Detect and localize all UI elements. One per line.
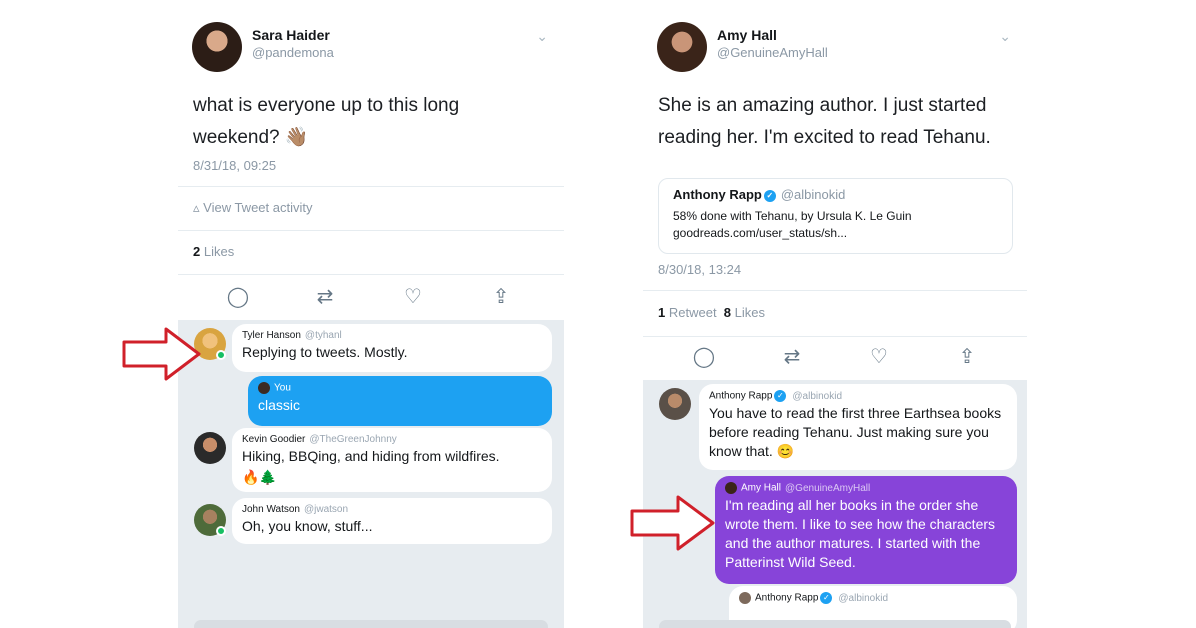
reply-author: Tyler Hanson xyxy=(242,330,301,341)
reply-author: You xyxy=(274,382,291,394)
reply-avatar[interactable] xyxy=(659,388,691,420)
reply-text: Replying to tweets. Mostly. xyxy=(242,344,408,360)
retweets-label: Retweet xyxy=(668,305,717,320)
tweet-header: Amy Hall @GenuineAmyHall ⌄ xyxy=(655,22,1015,82)
reply-author: Amy Hall xyxy=(741,482,782,494)
quoted-author: Anthony Rapp xyxy=(673,187,762,202)
likes-count: 2 xyxy=(193,244,201,259)
verified-icon: ✓ xyxy=(820,592,833,604)
reply-author: Kevin Goodier xyxy=(242,434,306,445)
view-activity-label: View Tweet activity xyxy=(203,200,313,215)
reply-icon[interactable]: ◯ xyxy=(223,284,253,309)
reply-author: John Watson xyxy=(242,504,300,515)
retweets-count: 1 xyxy=(658,305,666,320)
retweet-icon[interactable]: ⇄ xyxy=(310,284,340,309)
reply-handle: @tyhanl xyxy=(304,330,342,341)
divider xyxy=(643,290,1027,291)
divider xyxy=(643,336,1027,337)
reply-handle: @jwatson xyxy=(304,504,349,515)
stats-icon: ▵ xyxy=(193,200,204,215)
author-name[interactable]: Sara Haider xyxy=(252,27,330,43)
reply-avatar xyxy=(725,482,737,494)
reply-handle: @TheGreenJohnny xyxy=(309,434,397,445)
tweet-text: She is an amazing author. I just started… xyxy=(658,95,991,148)
reply-icon[interactable]: ◯ xyxy=(689,344,719,369)
tweet-actions: ◯ ⇄ ♡ ⇪ xyxy=(643,344,1027,374)
reply-text: Hiking, BBQing, and hiding from wildfire… xyxy=(242,448,500,464)
chevron-down-icon[interactable]: ⌄ xyxy=(536,28,548,45)
reply-text: I'm reading all her books in the order s… xyxy=(725,497,996,570)
quoted-handle: @albinokid xyxy=(780,187,846,202)
likes-label: Likes xyxy=(203,244,235,259)
reply-bubble[interactable]: John Watson @jwatson Oh, you know, stuff.… xyxy=(232,498,552,544)
share-icon[interactable]: ⇪ xyxy=(486,284,516,309)
reply-text: Oh, you know, stuff... xyxy=(242,518,373,534)
verified-icon: ✓ xyxy=(763,189,776,202)
view-activity-link[interactable]: ▵ View Tweet activity xyxy=(193,200,313,216)
divider xyxy=(178,274,564,275)
engagement-summary[interactable]: 1 Retweet 8 Likes xyxy=(658,305,765,320)
reply-text: classic xyxy=(258,397,301,413)
tweet-timestamp: 8/30/18, 13:24 xyxy=(658,262,742,277)
retweet-icon[interactable]: ⇄ xyxy=(777,344,807,369)
reply-bubble[interactable]: Anthony Rapp ✓ @albinokid You have to read… xyxy=(699,384,1017,470)
own-avatar xyxy=(258,382,270,394)
tweet-header: Sara Haider @pandemona ⌄ xyxy=(190,22,552,82)
likes-summary[interactable]: 2 Likes xyxy=(193,244,234,259)
reply-avatar[interactable] xyxy=(194,432,226,464)
tweet-text: what is everyone up to this long weekend… xyxy=(193,95,460,148)
reply-handle: @albinokid xyxy=(792,390,843,402)
online-indicator xyxy=(216,526,226,536)
likes-count: 8 xyxy=(723,305,732,320)
quoted-text: 58% done with Tehanu, by Ursula K. Le Gu… xyxy=(673,209,912,240)
quoted-tweet-card[interactable]: Anthony Rapp ✓ @albinokid 58% done with Te… xyxy=(658,178,1013,254)
divider xyxy=(178,186,564,187)
author-avatar[interactable] xyxy=(657,22,707,72)
quoted-reply-bubble[interactable]: Amy Hall @GenuineAmyHall I'm reading all … xyxy=(715,476,1017,584)
author-avatar[interactable] xyxy=(192,22,242,72)
chevron-down-icon[interactable]: ⌄ xyxy=(999,28,1011,45)
reply-handle: @GenuineAmyHall xyxy=(785,482,871,494)
reply-bubble[interactable]: Kevin Goodier @TheGreenJohnny Hiking, BBQ… xyxy=(232,428,552,492)
red-arrow-icon xyxy=(630,495,715,551)
like-icon[interactable]: ♡ xyxy=(398,284,428,309)
red-arrow-icon xyxy=(122,327,201,381)
author-name[interactable]: Amy Hall xyxy=(717,27,777,43)
reply-author: Anthony Rapp xyxy=(755,592,819,604)
tweet-timestamp: 8/31/18, 09:25 xyxy=(193,158,277,173)
reply-thread: Tyler Hanson @tyhanl Replying to tweets. … xyxy=(178,320,564,628)
reply-author: Anthony Rapp xyxy=(709,390,773,402)
reply-bubble[interactable]: Tyler Hanson @tyhanl Replying to tweets. … xyxy=(232,324,552,372)
divider xyxy=(178,230,564,231)
online-indicator xyxy=(216,350,226,360)
author-handle[interactable]: @pandemona xyxy=(252,45,334,60)
own-reply-bubble[interactable]: You classic xyxy=(248,376,552,426)
share-icon[interactable]: ⇪ xyxy=(952,344,982,369)
left-tweet-screen: Sara Haider @pandemona ⌄ what is everyon… xyxy=(178,8,564,628)
reply-emoji: 🔥🌲 xyxy=(242,469,277,485)
reply-handle: @albinokid xyxy=(838,592,889,604)
like-icon[interactable]: ♡ xyxy=(864,344,894,369)
author-handle[interactable]: @GenuineAmyHall xyxy=(717,45,828,60)
reply-text: You have to read the first three Earthse… xyxy=(709,405,1002,459)
reply-composer[interactable] xyxy=(194,620,548,628)
reply-avatar xyxy=(739,592,751,604)
likes-label: Likes xyxy=(734,305,766,320)
tweet-actions: ◯ ⇄ ♡ ⇪ xyxy=(178,284,564,314)
reply-composer[interactable] xyxy=(659,620,1011,628)
verified-icon: ✓ xyxy=(774,390,787,402)
